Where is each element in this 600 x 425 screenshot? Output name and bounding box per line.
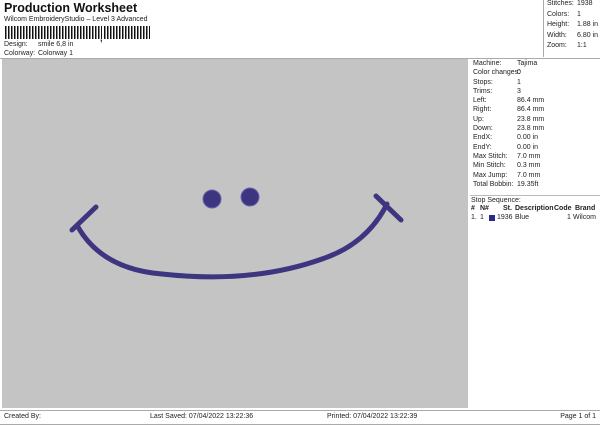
summary-row: Colors: 1 — [544, 11, 600, 22]
details-label: Stops: — [473, 78, 493, 86]
colorway-label: Colorway: — [4, 50, 36, 57]
summary-value: 1 — [577, 10, 581, 18]
details-row: Stops: 1 — [470, 79, 600, 88]
details-row: Left: 86.4 mm — [470, 97, 600, 106]
details-label: Max Jump: — [473, 171, 508, 179]
details-value: 19.35ft — [517, 180, 539, 188]
summary-label: Stitches: — [547, 0, 574, 7]
design-label: Design: — [4, 41, 28, 48]
summary-label: Width: — [547, 31, 567, 39]
details-row: Right: 86.4 mm — [470, 106, 600, 115]
details-row: Down: 23.8 mm — [470, 125, 600, 134]
stop-sequence: Stop Sequence: # N# St. Description Code… — [470, 195, 600, 223]
row-description: Blue — [515, 214, 530, 221]
details-value: 0.3 mm — [517, 162, 541, 170]
smile-left-tick — [69, 204, 99, 233]
row-brand: Wilcom — [573, 214, 596, 221]
smile-left-eye — [202, 189, 222, 209]
details-label: Max Stitch: — [473, 152, 508, 160]
details-value: 1 — [517, 78, 521, 86]
details-label: Down: — [473, 125, 493, 133]
summary-row: Height: 1.88 in — [544, 21, 600, 32]
summary-row: Zoom: 1:1 — [544, 42, 600, 53]
created-by: Created By: — [4, 413, 41, 420]
smile-mouth — [75, 201, 390, 280]
design-value: smile 6,8 in — [38, 41, 74, 48]
details-label: Right: — [473, 106, 492, 114]
col-n: N# — [480, 205, 489, 212]
details-value: 0 — [517, 69, 521, 77]
details-row: Up: 23.8 mm — [470, 116, 600, 125]
details-row: Machine: Tajima — [470, 60, 600, 69]
details-value: 86.4 mm — [517, 97, 545, 105]
details-row: Max Stitch: 7.0 mm — [470, 153, 600, 162]
summary-value: 1:1 — [577, 42, 587, 49]
details-label: Color changes: — [473, 69, 521, 77]
details-label: Total Bobbin: — [473, 180, 514, 188]
page-number: Page 1 of 1 — [560, 413, 596, 420]
details-value: Tajima — [517, 60, 538, 67]
details-value: 23.8 mm — [517, 115, 545, 123]
colorway-row: Colorway: Colorway 1 — [4, 50, 73, 57]
stop-sequence-header: # N# St. Description Code Brand — [470, 205, 600, 214]
details-label: Machine: — [473, 60, 502, 67]
col-num: # — [471, 205, 475, 212]
details-row: Min Stitch: 0.3 mm — [470, 162, 600, 171]
summary-value: 1938 — [577, 0, 593, 7]
summary-value: 6.80 in — [577, 31, 599, 39]
design-row: Design: smile 6,8 in — [4, 41, 73, 48]
row-st: 1936 — [497, 214, 513, 221]
summary-row: Width: 6.80 in — [544, 32, 600, 43]
details-label: EndX: — [473, 134, 493, 142]
summary-row: Stitches: 1938 — [544, 0, 600, 11]
details-value: 0.00 in — [517, 143, 539, 151]
printed: Printed: 07/04/2022 13:22:39 — [327, 413, 418, 420]
last-saved: Last Saved: 07/04/2022 13:22:36 — [150, 413, 254, 420]
row-num: 1. — [471, 214, 477, 221]
barcode — [5, 26, 102, 39]
details-value: 7.0 mm — [517, 152, 541, 160]
summary-value: 1.88 in — [577, 21, 599, 28]
summary-label: Height: — [547, 21, 570, 28]
table-row: 1. 1 1936 Blue 1 Wilcom — [470, 214, 600, 223]
details-value: 23.8 mm — [517, 125, 545, 133]
details-label: Min Stitch: — [473, 162, 506, 170]
details-panel: Machine: Tajima Color changes: 0 Stops: 1 Trim… — [470, 59, 600, 408]
details-row: Total Bobbin: 19.35ft — [470, 181, 600, 190]
page-title: Production Worksheet — [4, 1, 138, 15]
details-value: 86.4 mm — [517, 106, 545, 114]
summary-label: Colors: — [547, 10, 570, 18]
software-name: Wilcom EmbroideryStudio – Level 3 Advanc… — [4, 16, 148, 23]
colorway-value: Colorway 1 — [38, 50, 74, 57]
details-value: 3 — [517, 87, 521, 95]
details-value: 7.0 mm — [517, 171, 541, 179]
barcode — [104, 26, 150, 39]
col-brand: Brand — [575, 205, 596, 212]
details-label: EndY: — [473, 143, 492, 151]
summary-box: Stitches: 1938 Colors: 1 Height: 1.88 in Width… — [543, 0, 600, 57]
details-row: Color changes: 0 — [470, 69, 600, 78]
footer: Created By: Last Saved: 07/04/2022 13:22… — [0, 410, 600, 425]
row-n: 1 — [480, 214, 484, 221]
col-description: Description — [515, 205, 554, 212]
col-st: St. — [503, 205, 512, 212]
smile-design — [69, 187, 404, 280]
stop-sequence-title: Stop Sequence: — [471, 197, 521, 204]
color-swatch — [489, 215, 495, 221]
details-label: Up: — [473, 115, 484, 123]
details-row: Trims: 3 — [470, 88, 600, 97]
col-code: Code — [554, 205, 572, 212]
details-row: EndY: 0.00 in — [470, 144, 600, 153]
row-code: 1 — [567, 214, 571, 221]
details-label: Left: — [473, 97, 487, 105]
details-value: 0.00 in — [517, 134, 539, 142]
summary-label: Zoom: — [547, 42, 567, 49]
design-preview — [2, 59, 468, 408]
details-row: EndX: 0.00 in — [470, 134, 600, 143]
barcode-separator: , — [100, 33, 103, 43]
details-row: Max Jump: 7.0 mm — [470, 172, 600, 181]
smile-right-eye — [240, 187, 260, 207]
details-label: Trims: — [473, 87, 493, 95]
